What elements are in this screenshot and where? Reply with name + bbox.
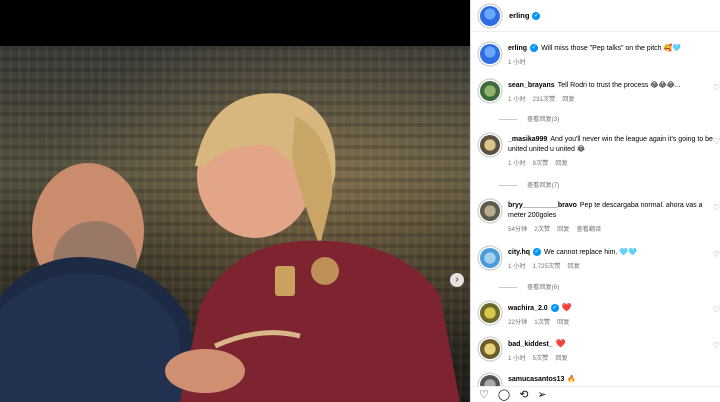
comment-username[interactable]: sean_brayans <box>508 82 555 89</box>
comment-likes[interactable]: 1,725次赞 <box>533 263 561 270</box>
caption-time: 1 小时 <box>508 59 526 66</box>
photo-figures <box>0 93 460 402</box>
verified-icon: ✓ <box>550 304 559 313</box>
verified-icon: ✓ <box>530 44 539 53</box>
comment-username[interactable]: samucasantos13 <box>508 376 564 383</box>
comment-text: ❤️ <box>555 339 566 348</box>
comments-panel: erling ✓ erling ✓ Will miss those "Pep tal… <box>470 0 720 402</box>
view-replies-link[interactable]: 查看回复(7) <box>499 180 559 189</box>
comment-likes[interactable]: 1次赞 <box>534 319 550 326</box>
commenter-avatar[interactable] <box>480 81 500 101</box>
author-username[interactable]: erling <box>509 11 529 20</box>
share-icon[interactable]: ⟲ <box>519 388 528 402</box>
send-icon[interactable]: ➢ <box>537 388 546 402</box>
post-photo: › <box>0 46 470 402</box>
commenter-avatar[interactable] <box>480 339 500 359</box>
heart-icon[interactable]: ♡ <box>713 83 720 92</box>
author-avatar[interactable] <box>480 44 500 64</box>
comment-time: 1 小时 <box>508 96 526 103</box>
heart-icon[interactable]: ♡ <box>713 137 720 146</box>
view-replies-link[interactable]: 查看回复(6) <box>499 282 559 291</box>
comment-likes[interactable]: 2次赞 <box>534 226 550 233</box>
caption-username[interactable]: erling <box>508 45 527 52</box>
reply-button[interactable]: 回复 <box>562 96 574 103</box>
comment-likes[interactable]: 5次赞 <box>533 355 549 362</box>
heart-icon[interactable]: ♡ <box>713 305 720 314</box>
comment-text: Tell Rodri to trust the process 😂😂😂... <box>557 82 681 89</box>
action-bar: ♡ ◯ ⟲ ➢ <box>471 386 720 402</box>
caption-text: Will miss those "Pep talks" on the pitch… <box>541 45 681 52</box>
comment-time: 54分钟 <box>508 226 528 233</box>
comment-username[interactable]: _masika999 <box>508 136 547 143</box>
comment-username[interactable]: bryy_________bravo <box>508 202 577 209</box>
commenter-avatar[interactable] <box>480 135 500 155</box>
reply-button[interactable]: 回复 <box>567 263 579 270</box>
view-replies-link[interactable]: 查看回复(3) <box>499 114 559 123</box>
reply-button[interactable]: 回复 <box>555 355 567 362</box>
heart-icon[interactable]: ♡ <box>713 250 720 259</box>
comment-text: We cannot replace him. 🩵🩵 <box>544 249 637 256</box>
author-avatar[interactable] <box>480 5 500 26</box>
verified-icon: ✓ <box>533 248 542 257</box>
commenter-avatar[interactable] <box>480 303 500 323</box>
comment-time: 1 小时 <box>508 160 526 167</box>
reply-button[interactable]: 回复 <box>557 226 569 233</box>
comment-time: 22分钟 <box>508 319 528 326</box>
reply-button[interactable]: 回复 <box>555 160 567 167</box>
comment-text: 🔥 <box>567 376 577 383</box>
comment-text: ❤️ <box>561 303 572 312</box>
verified-icon: ✓ <box>532 11 541 20</box>
translate-button[interactable]: 查看翻译 <box>576 226 601 233</box>
commenter-avatar[interactable] <box>480 248 500 268</box>
heart-icon[interactable]: ♡ <box>713 341 720 350</box>
heart-icon[interactable]: ♡ <box>713 203 720 212</box>
comment-time: 1 小时 <box>508 263 526 270</box>
commenter-avatar[interactable] <box>480 201 500 221</box>
comment-username[interactable]: wachira_2.0 <box>508 305 548 312</box>
post-header: erling ✓ <box>471 0 720 32</box>
comment-likes[interactable]: 231次赞 <box>533 96 556 103</box>
post-media: › <box>0 0 470 402</box>
comment-time: 1 小时 <box>508 355 526 362</box>
comment-likes[interactable]: 8次赞 <box>533 160 549 167</box>
next-arrow-icon[interactable]: › <box>450 273 464 287</box>
reply-button[interactable]: 回复 <box>557 319 569 326</box>
comment-icon[interactable]: ◯ <box>498 388 510 402</box>
comment-username[interactable]: city.hq <box>508 249 530 256</box>
heart-icon[interactable]: ♡ <box>479 388 489 402</box>
comment-username[interactable]: bad_kiddest_ <box>508 341 553 348</box>
